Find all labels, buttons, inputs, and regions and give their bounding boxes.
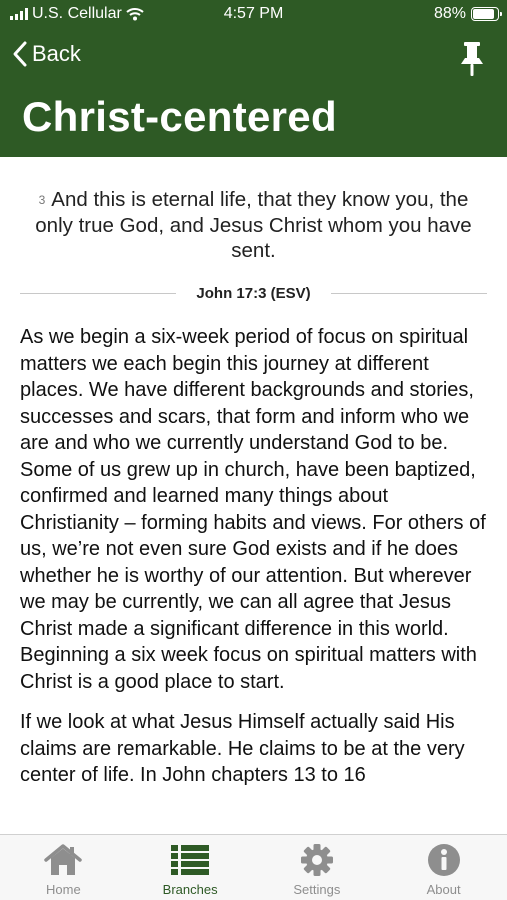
tab-settings[interactable]: Settings (254, 835, 381, 900)
tab-label: Home (46, 882, 81, 897)
tab-label: Settings (293, 882, 341, 897)
divider-right (330, 293, 488, 295)
chevron-left-icon (13, 41, 27, 67)
tab-home[interactable]: Home (0, 835, 127, 900)
tab-label: Branches (162, 882, 218, 897)
verse-number: 3 (38, 193, 46, 208)
page-title: Christ-centered (22, 93, 337, 140)
gear-icon (300, 844, 333, 876)
back-label: Back (32, 41, 81, 66)
tab-branches[interactable]: Branches (127, 835, 254, 900)
verse-reference-row: John 17:3 (ESV) (20, 285, 488, 303)
pin-icon (461, 42, 483, 76)
divider-left (20, 293, 177, 295)
tab-bar: Home Branches Settings About (0, 834, 507, 900)
content-area[interactable]: 3 And this is eternal life, that they kno… (0, 157, 507, 834)
info-icon (427, 844, 460, 876)
tab-label: About (426, 882, 461, 897)
battery-icon (471, 7, 502, 21)
verse-text-block: 3 And this is eternal life, that they kno… (30, 187, 477, 263)
verse-text: And this is eternal life, that they know… (35, 188, 472, 263)
status-bar: U.S. Cellular 4:57 PM 88% (0, 0, 507, 28)
verse-reference: John 17:3 (ESV) (196, 285, 311, 303)
body-paragraph: If we look at what Jesus Himself actuall… (20, 711, 465, 787)
battery-percent: 88% (433, 5, 466, 22)
status-time: 4:57 PM (223, 5, 284, 22)
list-icon (171, 845, 210, 875)
body-paragraph: As we begin a six-week period of focus o… (20, 326, 486, 693)
tab-about[interactable]: About (380, 835, 507, 900)
pin-button[interactable] (457, 40, 487, 78)
battery-status: 88% (433, 5, 502, 23)
header: U.S. Cellular 4:57 PM 88% Back Christ-ce… (0, 0, 507, 157)
back-button[interactable]: Back (12, 40, 81, 68)
home-icon (44, 844, 83, 875)
